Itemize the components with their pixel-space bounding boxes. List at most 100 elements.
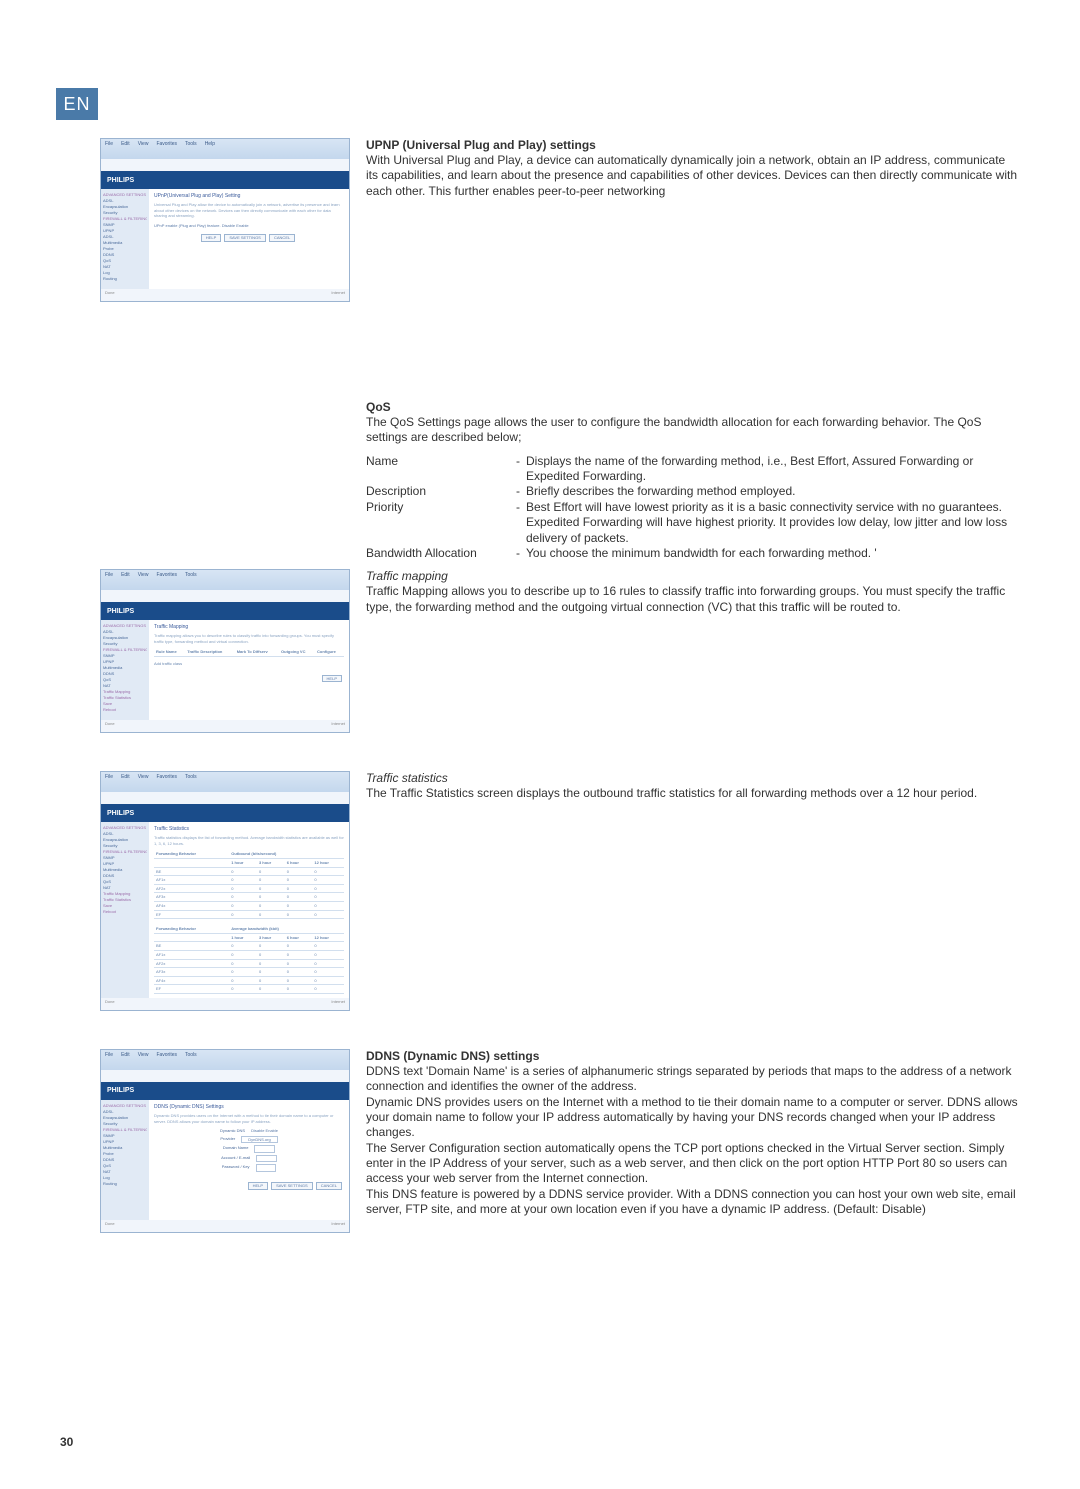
brand-bar: PHILIPS	[101, 804, 349, 822]
shot-main-heading: Traffic Mapping	[154, 624, 344, 631]
ddns-section: File Edit View Favorites Tools PHILIPS A…	[100, 1049, 1020, 1243]
col-header: Configure	[315, 648, 344, 656]
help-button[interactable]: HELP	[322, 675, 342, 683]
form-row: Dynamic DNSDisable Enable	[154, 1128, 344, 1134]
form-row: Domain Name	[154, 1145, 344, 1153]
menu-item: Edit	[121, 141, 130, 157]
row-label: AF3x	[154, 968, 229, 977]
table-row: EF0000	[154, 985, 344, 994]
menu-item: Edit	[121, 572, 130, 588]
menu-item: Favorites	[156, 141, 177, 157]
shot-main-heading: UPnP(Universal Plug and Play) Setting	[154, 193, 344, 200]
browser-menu: File Edit View Favorites Tools	[101, 570, 349, 590]
menu-item: Tools	[185, 774, 197, 790]
brand-bar: PHILIPS	[101, 1082, 349, 1100]
traffic-stats-section: File Edit View Favorites Tools PHILIPS A…	[100, 771, 1020, 1021]
shot-main: DDNS (Dynamic DNS) Settings Dynamic DNS …	[149, 1100, 349, 1220]
text-input[interactable]	[256, 1164, 277, 1172]
row-label: BE	[154, 942, 229, 951]
text-input[interactable]	[256, 1155, 277, 1163]
col-header: 3 hour	[257, 933, 285, 942]
brand-label: PHILIPS	[107, 608, 134, 615]
ddns-text: DDNS (Dynamic DNS) settings DDNS text 'D…	[360, 1049, 1020, 1218]
cancel-button[interactable]: CANCEL	[269, 234, 295, 242]
row-label: AF2x	[154, 884, 229, 893]
brand-bar: PHILIPS	[101, 602, 349, 620]
shot-helper-text: Traffic mapping allows you to describe r…	[154, 633, 344, 644]
qos-heading: QoS	[366, 400, 1020, 414]
def-desc: -You choose the minimum bandwidth for ea…	[516, 546, 1020, 561]
help-button[interactable]: HELP	[248, 1182, 268, 1190]
cancel-button[interactable]: CANCEL	[316, 1182, 342, 1190]
radio-row[interactable]: Disable Enable	[251, 1128, 278, 1134]
form-row: ProviderDynDNS.org	[154, 1136, 344, 1144]
status-left: Done	[105, 721, 115, 731]
field-label: Domain Name	[223, 1145, 249, 1153]
menu-item: Tools	[185, 572, 197, 588]
traffic-stats-shot-col: File Edit View Favorites Tools PHILIPS A…	[100, 771, 360, 1021]
mapping-table: Rule Name Traffic Description Mark To Di…	[154, 648, 344, 657]
upnp-screenshot-col: File Edit View Favorites Tools Help PHIL…	[100, 138, 360, 312]
status-left: Done	[105, 999, 115, 1009]
col-header: Traffic Description	[185, 648, 234, 656]
col-header: 6 hour	[285, 859, 313, 868]
upnp-heading: UPNP (Universal Plug and Play) settings	[366, 138, 1020, 152]
browser-menu: File Edit View Favorites Tools Help	[101, 139, 349, 159]
save-button[interactable]: SAVE SETTINGS	[271, 1182, 313, 1190]
table-row: AF1x0000	[154, 876, 344, 885]
row-label: AF1x	[154, 950, 229, 959]
sidebar-item: Reboot	[103, 909, 147, 915]
browser-menu: File Edit View Favorites Tools	[101, 772, 349, 792]
shot-body: ADVANCED SETTINGS ADSL Encapsulation Sec…	[101, 189, 349, 289]
shot-footer: Done Internet	[101, 289, 349, 301]
stats-table-2: Forwarding BehaviorAverage bandwidth (kb…	[154, 925, 344, 994]
traffic-mapping-shot-col: File Edit View Favorites Tools PHILIPS A…	[100, 569, 360, 743]
shot-main-heading: Traffic Statistics	[154, 826, 344, 833]
shot-footer: Done Internet	[101, 720, 349, 732]
page-content: File Edit View Favorites Tools Help PHIL…	[100, 138, 1020, 1243]
text-input[interactable]	[254, 1145, 275, 1153]
menu-item: View	[138, 1052, 149, 1068]
status-right: Internet	[331, 290, 345, 300]
upnp-text: UPNP (Universal Plug and Play) settings …	[360, 138, 1020, 199]
ddns-p4: This DNS feature is powered by a DDNS se…	[366, 1187, 1020, 1218]
shot-sidebar: ADVANCED SETTINGS ADSL Encapsulation Sec…	[101, 1100, 149, 1220]
select-input[interactable]: DynDNS.org	[241, 1136, 277, 1144]
brand-bar: PHILIPS	[101, 171, 349, 189]
row-label: AF4x	[154, 901, 229, 910]
def-term: Name	[366, 454, 516, 485]
status-right: Internet	[331, 999, 345, 1009]
shot-sidebar: ADVANCED SETTINGS ADSL Encapsulation Sec…	[101, 822, 149, 998]
table-row: EF0000	[154, 910, 344, 919]
qos-def-list: Name -Displays the name of the forwardin…	[366, 454, 1020, 562]
shot-main: Traffic Statistics Traffic statistics di…	[149, 822, 349, 998]
shot-helper-text: Dynamic DNS provides users on the Intern…	[154, 1113, 344, 1124]
table-caption: Average bandwidth (kbit)	[229, 925, 344, 933]
shot-sidebar: ADVANCED SETTINGS ADSL Encapsulation Sec…	[101, 189, 149, 289]
shot-body: ADVANCED SETTINGS ADSL Encapsulation Sec…	[101, 620, 349, 720]
brand-label: PHILIPS	[107, 177, 134, 184]
def-row: Bandwidth Allocation -You choose the min…	[366, 546, 1020, 561]
col-header: 1 hour	[229, 933, 257, 942]
def-desc-text: Briefly describes the forwarding method …	[526, 484, 1020, 499]
help-button[interactable]: HELP	[201, 234, 221, 242]
menu-item: File	[105, 1052, 113, 1068]
radio-row: UPnP enable (Plug and Play) feature. Dis…	[154, 223, 344, 229]
menu-item: Favorites	[156, 572, 177, 588]
col-header: Forwarding Behavior	[154, 850, 229, 858]
save-button[interactable]: SAVE SETTINGS	[224, 234, 266, 242]
def-row: Name -Displays the name of the forwardin…	[366, 454, 1020, 485]
def-desc: -Best Effort will have lowest priority a…	[516, 500, 1020, 546]
row-label: AF3x	[154, 893, 229, 902]
def-desc: -Displays the name of the forwarding met…	[516, 454, 1020, 485]
address-bar	[101, 590, 349, 602]
shot-footer: Done Internet	[101, 998, 349, 1010]
shot-helper-text: Universal Plug and Play allow the device…	[154, 202, 344, 219]
status-left: Done	[105, 1221, 115, 1231]
shot-footer: Done Internet	[101, 1220, 349, 1232]
add-traffic-class-link[interactable]: Add traffic class	[154, 661, 344, 667]
col-header: Mark To Diffserv	[235, 648, 279, 656]
ddns-p2: Dynamic DNS provides users on the Intern…	[366, 1095, 1020, 1141]
form-row: Password / Key	[154, 1164, 344, 1172]
def-term: Description	[366, 484, 516, 499]
